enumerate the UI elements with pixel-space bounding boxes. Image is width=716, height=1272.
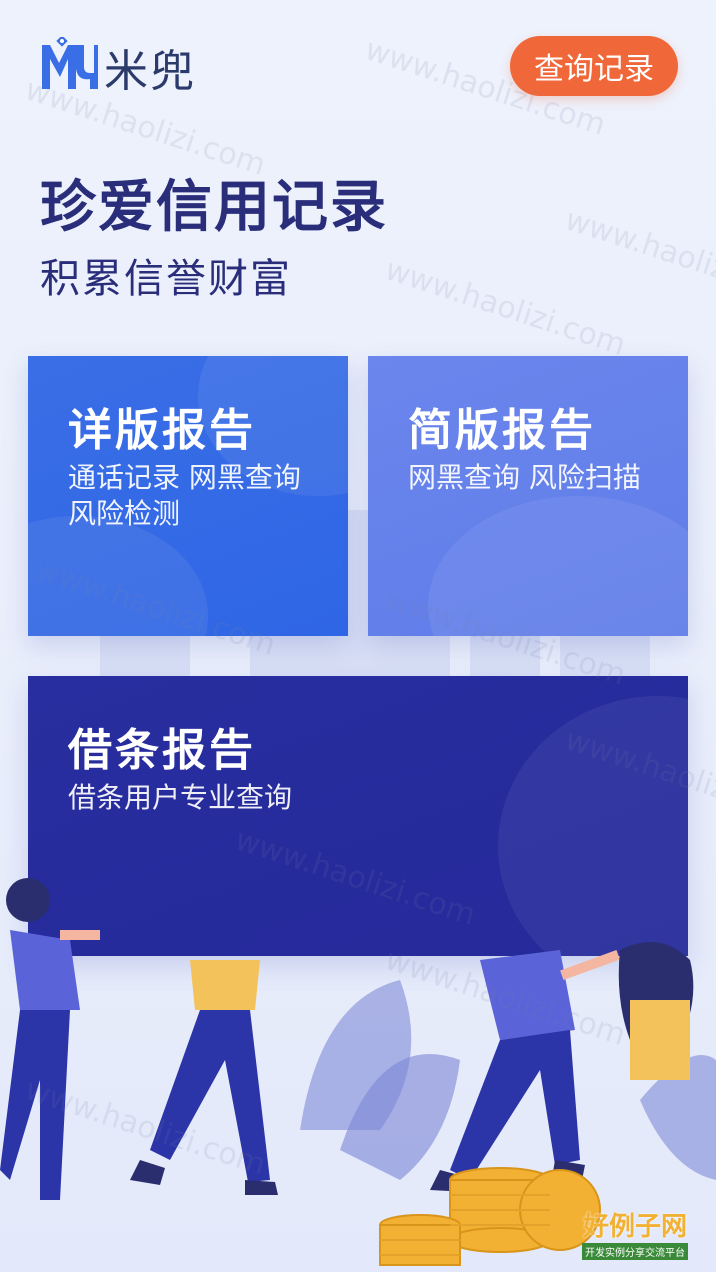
logo-icon <box>42 37 98 89</box>
card-decoration <box>28 516 208 636</box>
brand-logo: 米兜 <box>38 36 196 98</box>
badge-title: 好例子网 <box>582 1212 687 1242</box>
watermark: www.haolizi.com <box>560 202 716 313</box>
card-description: 借条用户专业查询 <box>68 781 293 814</box>
query-history-button[interactable]: 查询记录 <box>510 36 678 96</box>
card-title: 借条报告 <box>68 725 256 776</box>
detailed-report-card[interactable]: 详版报告 通话记录 网黑查询 风险检测 <box>28 356 348 636</box>
simple-report-card[interactable]: 简版报告 网黑查询 风险扫描 <box>368 356 688 636</box>
hero-title: 珍爱信用记录 <box>40 175 388 240</box>
card-description: 网黑查询 风险扫描 <box>408 461 641 494</box>
card-title: 详版报告 <box>68 405 256 456</box>
hero-subtitle: 积累信誉财富 <box>40 256 292 302</box>
badge-subtitle: 开发实例分享交流平台 <box>582 1243 688 1260</box>
site-badge: 好例子网 开发实例分享交流平台 <box>582 1206 688 1260</box>
card-decoration <box>428 496 688 636</box>
logo-text: 米兜 <box>104 46 196 97</box>
card-title: 简版报告 <box>408 405 596 456</box>
card-description: 通话记录 网黑查询 风险检测 <box>68 461 301 530</box>
